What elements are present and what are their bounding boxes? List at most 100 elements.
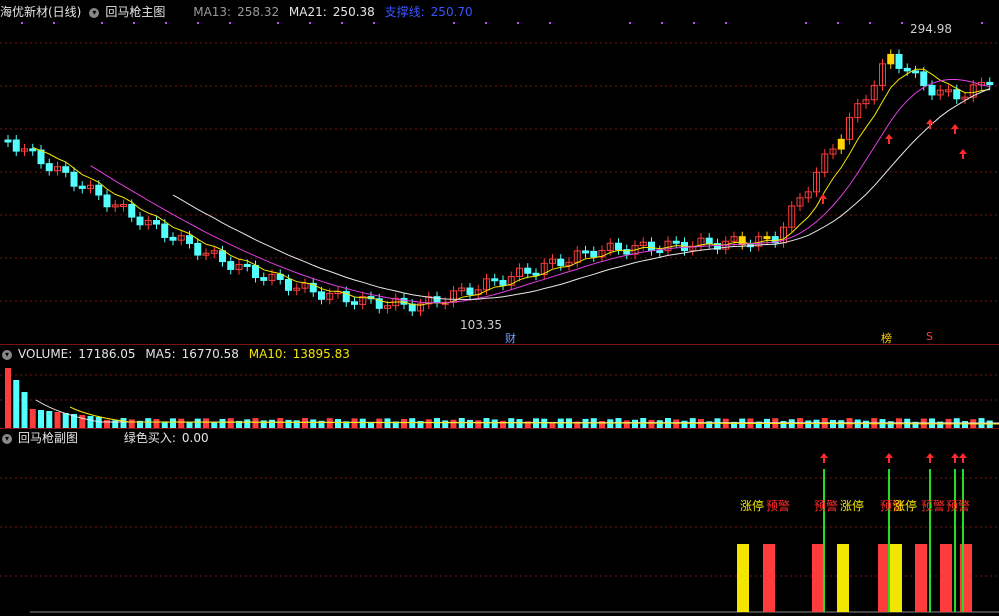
volume-bar xyxy=(335,419,341,428)
signal-label: 预警 xyxy=(766,499,791,513)
volume-value: 17186.05 xyxy=(78,347,136,361)
candle-body xyxy=(648,241,655,252)
candle-body xyxy=(227,261,235,270)
signal-bar xyxy=(915,544,927,612)
candle-body xyxy=(738,236,746,246)
volume-bar xyxy=(128,419,135,428)
buy-arrow-icon xyxy=(926,453,934,463)
candle-body xyxy=(491,278,499,282)
candle-body xyxy=(128,203,136,218)
support-value: 250.70 xyxy=(430,5,473,19)
main-indicator-name[interactable]: 回马枪主图 xyxy=(105,5,165,19)
vol-ma5-value: 16770.58 xyxy=(181,347,239,361)
volume-bar xyxy=(29,409,36,428)
signal-dot xyxy=(453,22,455,24)
vol-ma10-label: MA10: xyxy=(248,347,287,361)
signal-label: 预警 xyxy=(946,499,971,513)
signal-label: 涨停 xyxy=(893,499,918,513)
volume-bar xyxy=(112,420,119,428)
ma21-value: 250.38 xyxy=(332,5,375,19)
candle-body xyxy=(837,138,845,150)
volume-bar xyxy=(62,413,69,428)
signal-bar xyxy=(940,544,952,612)
volume-bar xyxy=(269,419,275,428)
candle-body xyxy=(161,223,169,238)
green-buy-value: 0.00 xyxy=(181,431,209,445)
volume-bar xyxy=(38,410,44,428)
signal-label: 涨停 xyxy=(840,499,865,513)
ma13-value: 258.32 xyxy=(237,5,280,19)
sub-indicator-chart xyxy=(0,453,999,613)
candle-body xyxy=(243,263,251,267)
marker-s[interactable]: S xyxy=(926,330,933,343)
volume-bar xyxy=(450,419,457,428)
main-price-pane[interactable]: 海优新材(日线) ▾ 回马枪主图 MA13: 258.32 MA21: 250.38 支… xyxy=(0,0,999,345)
dropdown-circle-icon[interactable]: ▾ xyxy=(89,7,100,18)
volume-bar xyxy=(153,418,160,428)
volume-bar xyxy=(326,418,333,428)
signal-dot xyxy=(869,22,871,24)
volume-bar xyxy=(632,419,638,428)
candle-body xyxy=(920,71,928,86)
volume-bar xyxy=(310,419,317,428)
candle-body xyxy=(895,53,903,69)
volume-bar xyxy=(5,368,11,428)
volume-pane[interactable]: ▾ VOLUME: 17186.05 MA5: 16770.58 MA10: 13895… xyxy=(0,345,999,428)
candle-body xyxy=(986,81,994,86)
signal-dot xyxy=(133,22,135,24)
volume-bar xyxy=(54,412,61,428)
candle-body xyxy=(12,139,20,152)
candle-body xyxy=(4,139,12,143)
buy-arrow-icon xyxy=(820,453,828,463)
candle-body xyxy=(169,236,177,241)
signal-dot xyxy=(21,22,23,24)
sub-header: ▾ 回马枪副图 绿色买入: 0.00 xyxy=(0,430,215,446)
dropdown-circle-icon[interactable]: ▾ xyxy=(2,349,12,360)
signal-label: 预警 xyxy=(814,499,839,513)
signal-dot xyxy=(661,22,663,24)
signal-bar xyxy=(812,544,824,612)
candle-body xyxy=(252,264,259,279)
sub-indicator-name[interactable]: 回马枪副图 xyxy=(18,431,78,445)
volume-bar xyxy=(178,418,185,428)
signal-dot xyxy=(277,22,279,24)
buy-arrow-icon xyxy=(951,124,959,134)
volume-bar xyxy=(376,418,383,428)
signal-dot xyxy=(309,22,311,24)
signal-label: 涨停 xyxy=(740,499,765,513)
main-header: 海优新材(日线) ▾ 回马枪主图 MA13: 258.32 MA21: 250.38 支… xyxy=(0,4,479,20)
volume-bar xyxy=(467,419,473,428)
stock-title[interactable]: 海优新材(日线) xyxy=(0,5,81,19)
candle-body xyxy=(672,240,680,244)
signal-dot xyxy=(517,22,519,24)
candle-body xyxy=(153,220,160,225)
volume-bar xyxy=(359,418,366,428)
volume-bar xyxy=(599,420,605,428)
candle-body xyxy=(400,297,408,305)
volume-label: VOLUME: xyxy=(18,347,73,361)
volume-bar xyxy=(425,419,432,428)
sub-indicator-pane[interactable]: ▾ 回马枪副图 绿色买入: 0.00 涨停 预警 预警 涨停 预警 涨停 预警 预警 xyxy=(0,429,999,616)
candle-body xyxy=(45,163,53,172)
volume-bar xyxy=(145,418,152,428)
ma21-label: MA21: xyxy=(288,5,327,19)
volume-bar xyxy=(194,418,201,428)
main-candlestick-chart xyxy=(0,22,999,316)
candle-body xyxy=(912,70,919,74)
signal-dot xyxy=(165,22,167,24)
candle-body xyxy=(763,236,771,240)
volume-bar xyxy=(656,420,663,428)
buy-arrow-icon xyxy=(959,149,967,159)
signal-bar xyxy=(763,544,775,612)
volume-bar xyxy=(244,419,251,428)
candle-body xyxy=(318,291,325,300)
candle-body xyxy=(656,250,664,254)
signal-dot xyxy=(901,22,903,24)
dropdown-circle-icon[interactable]: ▾ xyxy=(2,433,12,444)
volume-bar xyxy=(500,420,506,428)
candle-body xyxy=(29,148,37,152)
candle-body xyxy=(260,277,268,281)
buy-arrow-icon xyxy=(959,453,967,463)
candle-body xyxy=(433,296,441,303)
ma-line-short xyxy=(32,68,990,306)
